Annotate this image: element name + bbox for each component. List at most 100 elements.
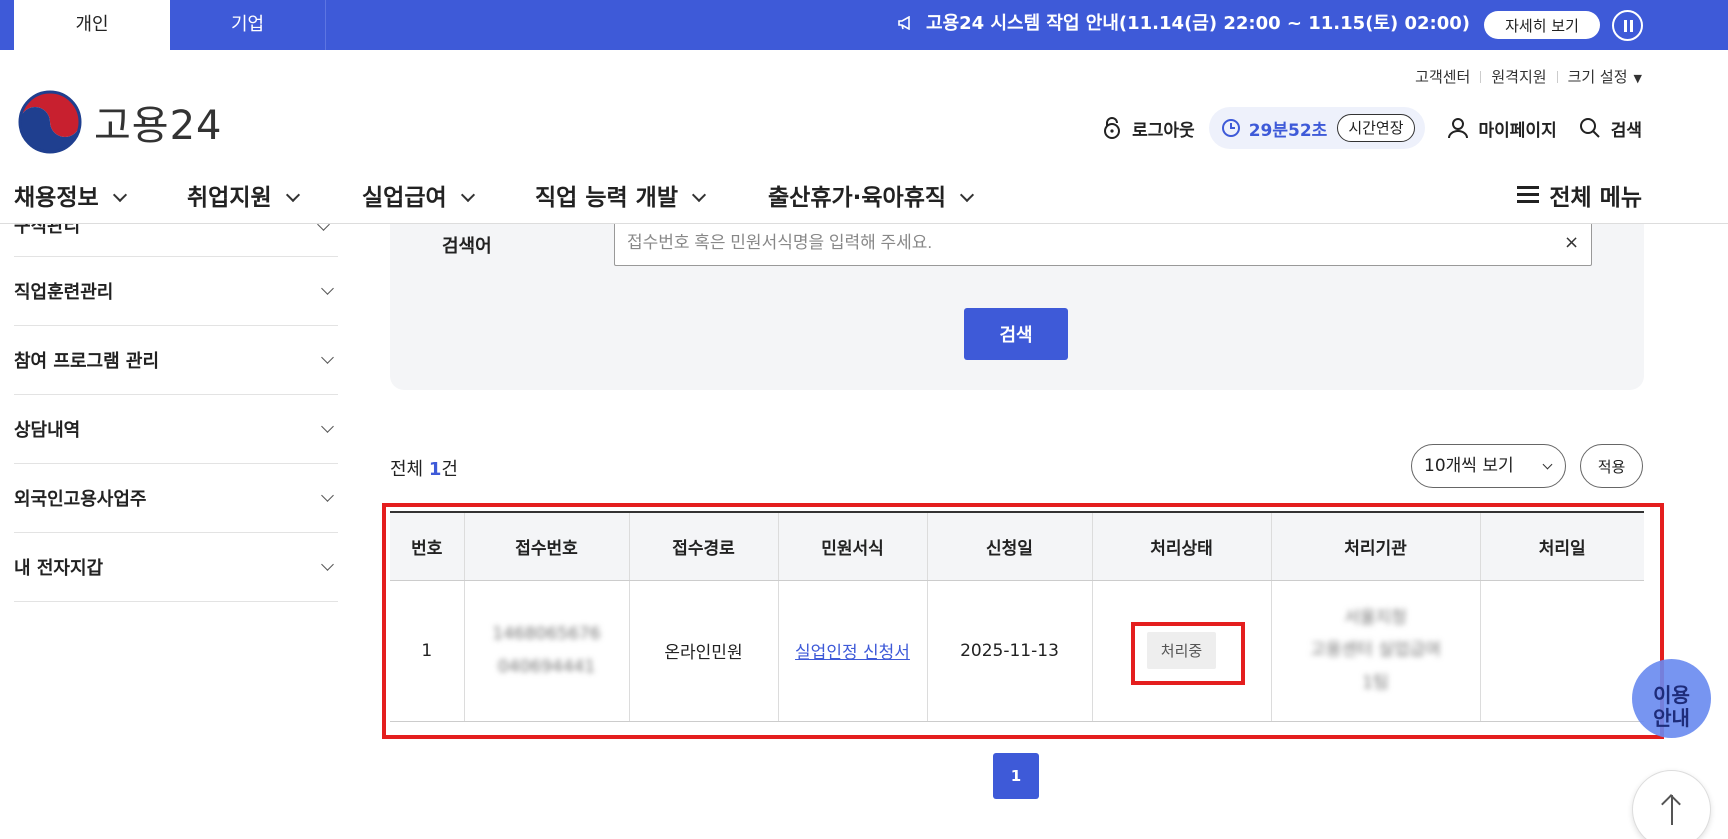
sidebar: 구직관리 직업훈련관리 참여 프로그램 관리 상담내역 외국인고용사업주 내 전… — [14, 224, 338, 602]
sidebar-item-training[interactable]: 직업훈련관리 — [14, 257, 338, 326]
nav-item-label: 실업급여 — [362, 185, 447, 211]
nav-item-unemployment-benefits[interactable]: 실업급여 — [362, 178, 475, 212]
total-prefix: 전체 — [390, 459, 429, 480]
search-button[interactable]: 검색 — [964, 308, 1068, 360]
nav-item-label: 채용정보 — [14, 185, 99, 211]
sidebar-item-label: 직업훈련관리 — [14, 282, 114, 303]
chevron-down-icon — [317, 224, 330, 231]
header-search-button[interactable]: 검색 — [1579, 116, 1642, 141]
logo-mark-icon — [18, 90, 82, 154]
nav-item-jobs[interactable]: 채용정보 — [14, 178, 127, 212]
receipt-number-cell: 1468065676 040694441 — [463, 580, 629, 722]
total-number: 1 — [428, 459, 442, 480]
column-header: 민원서식 — [777, 512, 927, 581]
lock-icon — [1104, 117, 1121, 139]
agency-cell: 서울지청 고용센터 실업급여 1팀 — [1270, 580, 1480, 722]
status-badge: 처리중 — [1146, 632, 1217, 669]
user-icon — [1447, 118, 1468, 139]
divider — [1480, 71, 1482, 83]
table-row: 1 1468065676 040694441 온라인민원 실업인정 신청서 20… — [390, 580, 1644, 722]
main-nav: 채용정보 취업지원 실업급여 직업 능력 개발 출산휴가·육아휴직 전체 메뉴 — [0, 172, 1728, 224]
timer-value: 29분52초 — [1248, 120, 1328, 141]
apply-button[interactable]: 적용 — [1580, 444, 1643, 488]
nav-item-label: 출산휴가·육아휴직 — [768, 185, 947, 211]
agency-line3: 1팀 — [1362, 672, 1389, 693]
view-details-button[interactable]: 자세히 보기 — [1484, 11, 1600, 39]
results-table: 번호 접수번호 접수경로 민원서식 신청일 처리상태 처리기관 처리일 1 14… — [390, 511, 1644, 722]
logout-label: 로그아웃 — [1132, 120, 1195, 141]
size-setting-link[interactable]: 크기 설정 — [1568, 66, 1628, 87]
site-logo[interactable]: 고용24 — [18, 90, 223, 154]
nav-item-label: 취업지원 — [187, 185, 272, 211]
sidebar-item-label: 참여 프로그램 관리 — [14, 351, 160, 372]
chevron-down-icon — [112, 187, 127, 203]
column-header: 처리기관 — [1270, 512, 1480, 581]
sidebar-item-e-wallet[interactable]: 내 전자지갑 — [14, 533, 338, 602]
usage-guide-button[interactable]: 이용 안내 — [1632, 659, 1711, 738]
chevron-down-icon — [321, 419, 334, 433]
top-banner: 개인 기업 고용24 시스템 작업 안내(11.14(금) 22:00 ~ 11… — [0, 0, 1728, 50]
sidebar-item-job-search[interactable]: 구직관리 — [14, 224, 338, 257]
customer-center-link[interactable]: 고객센터 — [1415, 66, 1470, 87]
receipt-number-line2: 040694441 — [497, 656, 596, 677]
system-notice-text: 고용24 시스템 작업 안내(11.14(금) 22:00 ~ 11.15(토)… — [926, 13, 1470, 34]
form-link[interactable]: 실업인정 신청서 — [795, 643, 910, 663]
sidebar-item-foreign-employer[interactable]: 외국인고용사업주 — [14, 464, 338, 533]
header-search-label: 검색 — [1610, 120, 1642, 141]
menu-icon — [1517, 186, 1540, 204]
total-count: 전체 1건 — [390, 455, 458, 481]
chevron-down-icon — [321, 488, 334, 502]
pause-icon[interactable] — [1612, 10, 1643, 41]
column-header: 신청일 — [926, 512, 1092, 581]
system-notice[interactable]: 고용24 시스템 작업 안내(11.14(금) 22:00 ~ 11.15(토)… — [897, 0, 1470, 50]
sidebar-item-label: 내 전자지갑 — [14, 558, 104, 579]
chevron-down-icon: ▼ — [1633, 72, 1642, 85]
mypage-link[interactable]: 마이페이지 — [1447, 116, 1557, 141]
route-cell: 온라인민원 — [628, 580, 778, 722]
page-size-select[interactable]: 10개씩 보기 — [1411, 444, 1566, 488]
sidebar-item-label: 외국인고용사업주 — [14, 489, 147, 510]
receipt-number-line1: 1468065676 — [492, 624, 601, 645]
divider — [1556, 71, 1558, 83]
arrow-up-icon[interactable] — [1632, 770, 1711, 839]
utility-links: 고객센터 원격지원 크기 설정 ▼ — [1415, 66, 1642, 87]
form-cell: 실업인정 신청서 — [777, 580, 927, 722]
table-header-row: 번호 접수번호 접수경로 민원서식 신청일 처리상태 처리기관 처리일 — [390, 512, 1644, 581]
sidebar-item-programs[interactable]: 참여 프로그램 관리 — [14, 326, 338, 395]
status-cell: 처리중 — [1091, 580, 1271, 722]
chevron-down-icon — [460, 187, 475, 203]
nav-item-employment-support[interactable]: 취업지원 — [187, 178, 300, 212]
tab-company[interactable]: 기업 — [170, 0, 326, 50]
usage-guide-label-2: 안내 — [1653, 705, 1690, 730]
mypage-label: 마이페이지 — [1478, 120, 1557, 141]
nav-item-parental-leave[interactable]: 출산휴가·육아휴직 — [768, 178, 975, 212]
sidebar-item-consultations[interactable]: 상담내역 — [14, 395, 338, 464]
extend-session-button[interactable]: 시간연장 — [1337, 114, 1415, 142]
tab-personal[interactable]: 개인 — [14, 0, 170, 50]
sidebar-item-label: 상담내역 — [14, 420, 81, 441]
logout-button[interactable]: 로그아웃 — [1102, 116, 1195, 141]
nav-item-vocational-training[interactable]: 직업 능력 개발 — [535, 178, 707, 212]
search-input[interactable] — [614, 220, 1592, 266]
header-actions: 로그아웃 29분52초 시간연장 마이페이지 검색 — [1080, 107, 1642, 149]
chevron-down-icon — [691, 187, 707, 203]
agency-line1: 서울지청 — [1344, 608, 1407, 629]
usage-guide-label-1: 이용 — [1653, 682, 1690, 707]
all-menu-button[interactable]: 전체 메뉴 — [1517, 178, 1642, 212]
column-header: 접수번호 — [463, 512, 629, 581]
clock-icon — [1221, 119, 1240, 137]
column-header: 처리상태 — [1091, 512, 1271, 581]
nav-item-label: 직업 능력 개발 — [535, 185, 678, 211]
column-header: 접수경로 — [628, 512, 778, 581]
row-number: 1 — [390, 580, 464, 722]
search-icon — [1579, 118, 1600, 138]
clear-icon[interactable]: × — [1564, 232, 1579, 253]
all-menu-label: 전체 메뉴 — [1549, 185, 1642, 211]
search-keyword-label: 검색어 — [442, 236, 492, 257]
total-suffix: 건 — [441, 459, 458, 480]
page-number-button[interactable]: 1 — [993, 753, 1039, 799]
megaphone-icon — [897, 16, 910, 30]
remote-support-link[interactable]: 원격지원 — [1491, 66, 1546, 87]
page-size-value: 10개씩 보기 — [1424, 456, 1514, 476]
chevron-down-icon — [321, 350, 334, 364]
